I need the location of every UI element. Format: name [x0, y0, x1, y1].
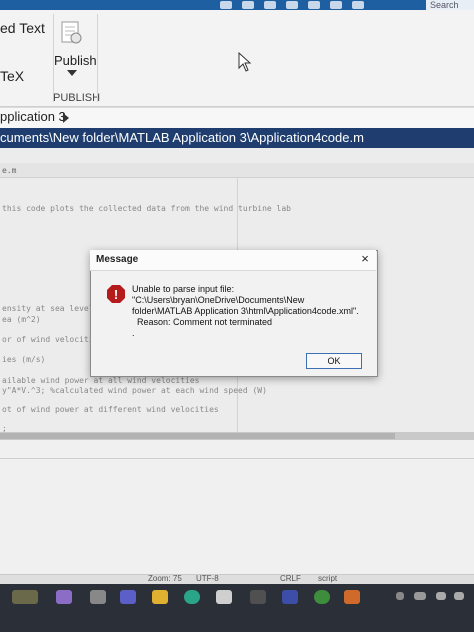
code-line[interactable]: or of wind velocitie: [2, 335, 98, 344]
code-line[interactable]: this code plots the collected data from …: [2, 204, 291, 213]
error-glyph: !: [114, 287, 118, 302]
code-line[interactable]: y"A*V.^3; %calculated wind power at each…: [2, 386, 267, 395]
undo-icon[interactable]: [308, 1, 320, 9]
message-line: Reason: Comment not terminated: [132, 317, 273, 327]
message-line: "C:\Users\bryan\OneDrive\Documents\New: [132, 295, 305, 305]
breadcrumb-item[interactable]: pplication 3: [0, 109, 66, 124]
chevron-right-icon[interactable]: [63, 113, 69, 123]
chevron-down-icon[interactable]: [67, 70, 77, 76]
ribbon-section-label: PUBLISH: [53, 92, 101, 104]
dialog-title: Message: [96, 254, 139, 265]
publish-button[interactable]: Publish: [54, 53, 97, 68]
redo-icon[interactable]: [330, 1, 342, 9]
code-line[interactable]: ies (m/s): [2, 355, 45, 364]
cloud-icon[interactable]: [414, 592, 426, 600]
code-line[interactable]: ea (m^2): [2, 315, 41, 324]
code-line[interactable]: ailable wind power at all wind velocitie…: [2, 376, 199, 385]
copy-icon[interactable]: [264, 1, 276, 9]
message-line: .: [132, 328, 135, 338]
paste-icon[interactable]: [286, 1, 298, 9]
publish-icon[interactable]: [58, 20, 84, 46]
ribbon-item-tex[interactable]: TeX: [0, 68, 24, 84]
app-icon[interactable]: [250, 590, 266, 604]
ok-button[interactable]: OK: [306, 353, 362, 369]
zoom-level: Zoom: 75: [148, 574, 182, 583]
editor-tab[interactable]: e.m: [2, 166, 16, 175]
wifi-icon[interactable]: [436, 592, 446, 600]
breadcrumb: [0, 108, 474, 129]
folder-icon[interactable]: [152, 590, 168, 604]
matlab-icon[interactable]: [344, 590, 360, 604]
dialog-message: Unable to parse input file: "C:\Users\br…: [132, 284, 372, 339]
panel-divider: [0, 458, 474, 459]
search-input[interactable]: Search: [426, 0, 474, 10]
chat-app-icon[interactable]: [56, 590, 72, 604]
help-icon[interactable]: [352, 1, 364, 9]
save-icon[interactable]: [220, 1, 232, 9]
chevron-up-icon[interactable]: [396, 592, 404, 600]
message-line: Unable to parse input file:: [132, 284, 235, 294]
mouse-cursor-icon: [238, 52, 252, 72]
xbox-icon[interactable]: [314, 590, 330, 604]
editor-file-path: cuments\New folder\MATLAB Application 3\…: [0, 130, 364, 145]
editor-tab-bar: [0, 163, 474, 178]
ribbon-item-text[interactable]: ed Text: [0, 20, 45, 36]
quick-access-toolbar: [220, 0, 364, 10]
weather-widget-icon[interactable]: [12, 590, 38, 604]
teams-icon[interactable]: [120, 590, 136, 604]
store-icon[interactable]: [216, 590, 232, 604]
line-ending-status: CRLF: [280, 574, 301, 583]
cut-icon[interactable]: [242, 1, 254, 9]
file-type-status: script: [318, 574, 338, 583]
ribbon-divider: [97, 14, 98, 102]
code-line[interactable]: ensity at sea level: [2, 304, 94, 313]
close-icon[interactable]: ×: [358, 252, 372, 266]
scrollbar-thumb[interactable]: [0, 433, 395, 439]
encoding-status: UTF-8: [196, 574, 219, 583]
app-icon[interactable]: [282, 590, 298, 604]
file-explorer-icon[interactable]: [90, 590, 106, 604]
volume-icon[interactable]: [454, 592, 464, 600]
edge-browser-icon[interactable]: [184, 590, 200, 604]
error-icon: !: [107, 285, 125, 303]
message-line: folder\MATLAB Application 3\html\Applica…: [132, 306, 359, 316]
command-window[interactable]: [0, 440, 474, 580]
code-line[interactable]: ot of wind power at different wind veloc…: [2, 405, 219, 414]
